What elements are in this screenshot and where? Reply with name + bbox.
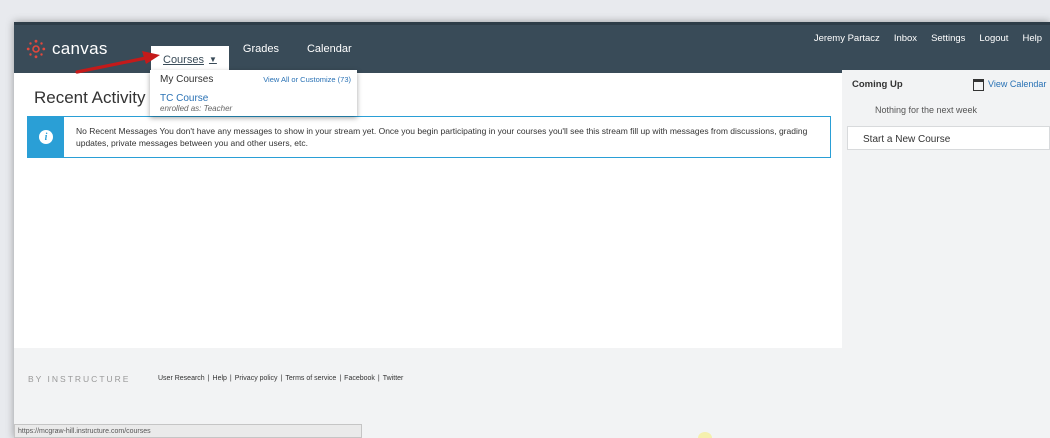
settings-link[interactable]: Settings	[931, 33, 965, 44]
page-title: Recent Activity	[34, 88, 146, 107]
footer-link-twitter[interactable]: Twitter	[383, 375, 404, 382]
alert-icon-bar: i	[28, 117, 64, 157]
coming-up-heading: Coming Up	[852, 79, 903, 90]
footer-link-privacy[interactable]: Privacy policy	[235, 375, 278, 382]
help-link[interactable]: Help	[1022, 33, 1042, 44]
start-new-course-button[interactable]: Start a New Course	[847, 126, 1050, 150]
cursor-highlight	[698, 432, 712, 438]
annotation-arrow	[75, 51, 160, 74]
browser-status-bar: https://mcgraw-hill.instructure.com/cour…	[14, 424, 362, 438]
caret-down-icon: ▼	[208, 55, 217, 64]
browser-window: canvas Courses ▼ Grades Calendar Jeremy …	[14, 22, 1050, 438]
right-sidebar: Coming Up View Calendar Nothing for the …	[842, 70, 1050, 348]
footer-links: User Research | Help | Privacy policy | Terms …	[158, 375, 404, 382]
alert-message: No Recent Messages You don't have any me…	[76, 126, 808, 148]
user-name-link[interactable]: Jeremy Partacz	[814, 33, 880, 44]
no-messages-alert: i No Recent Messages You don't have any …	[27, 116, 831, 158]
view-calendar-link[interactable]: View Calendar	[988, 79, 1046, 89]
global-header: canvas Courses ▼ Grades Calendar Jeremy …	[14, 22, 1050, 73]
info-icon: i	[39, 130, 53, 144]
dropdown-my-courses: My Courses	[160, 74, 214, 85]
coming-up-empty: Nothing for the next week	[875, 105, 978, 115]
footer-link-help[interactable]: Help	[213, 375, 227, 382]
nav-grades[interactable]: Grades	[229, 25, 293, 73]
footer-link-facebook[interactable]: Facebook	[344, 375, 375, 382]
course-role: enrolled as: Teacher	[160, 104, 233, 113]
footer-brand[interactable]: BY INSTRUCTURE	[28, 374, 130, 384]
courses-dropdown: My Courses View All or Customize (73) TC…	[150, 70, 357, 116]
footer-link-user-research[interactable]: User Research	[158, 375, 205, 382]
logout-link[interactable]: Logout	[979, 33, 1008, 44]
calendar-icon[interactable]	[973, 79, 984, 91]
inbox-link[interactable]: Inbox	[894, 33, 917, 44]
main-nav: Courses ▼ Grades Calendar	[151, 25, 366, 73]
nav-courses-label: Courses	[163, 53, 204, 66]
canvas-logo-icon	[26, 39, 46, 59]
course-link-tc[interactable]: TC Course	[160, 93, 208, 104]
user-menu: Jeremy Partacz Inbox Settings Logout Hel…	[814, 33, 1042, 44]
nav-calendar[interactable]: Calendar	[293, 25, 366, 73]
footer-link-terms[interactable]: Terms of service	[285, 375, 336, 382]
view-all-courses-link[interactable]: View All or Customize (73)	[263, 75, 351, 84]
